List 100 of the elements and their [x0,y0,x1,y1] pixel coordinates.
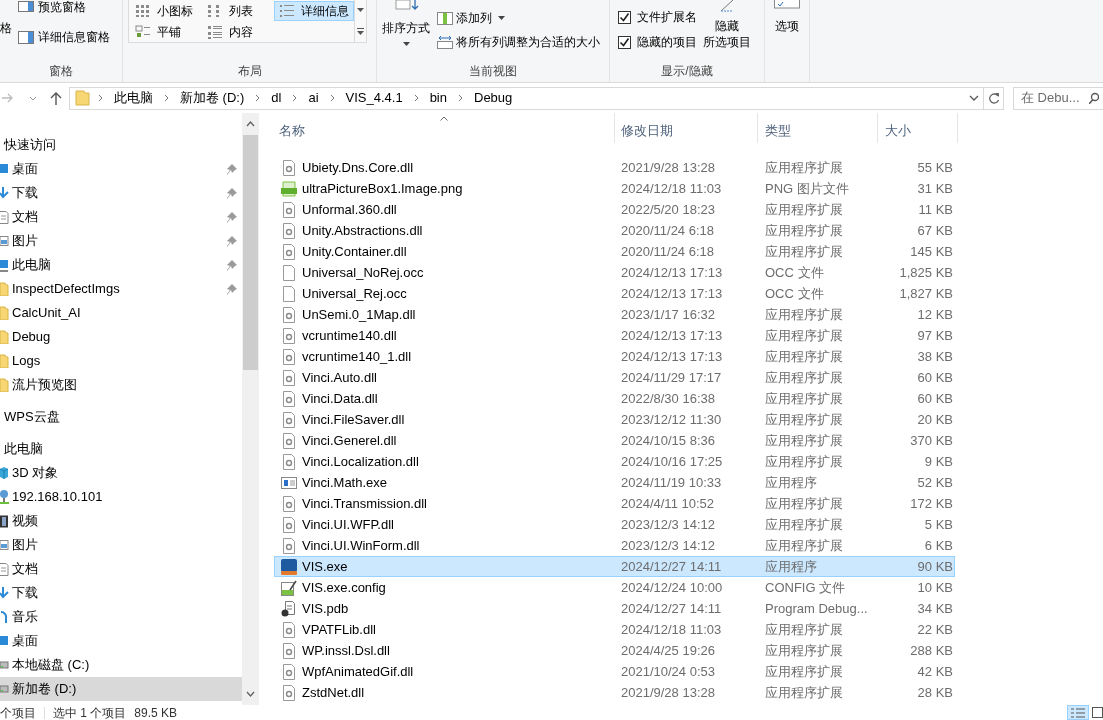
gear-file-icon [281,621,297,638]
layout-option[interactable]: 小图标 [130,0,202,21]
column-header[interactable]: 名称 [274,113,615,143]
gallery-expand-icon[interactable] [357,27,364,35]
file-row[interactable]: ultraPictureBox1.Image.png 2024/12/18 11:03 PNG 图片文件 31 KB [274,178,955,199]
nav-item[interactable]: 文档 [0,557,242,581]
nav-item[interactable]: 文档 [0,205,242,229]
column-header[interactable]: 大小 [878,113,958,143]
nav-item[interactable]: 图片 [0,533,242,557]
nav-item[interactable]: 3D 对象 [0,461,242,485]
nav-item[interactable]: 桌面 [0,157,242,181]
file-row[interactable]: Universal_NoRej.occ 2024/12/13 17:13 OCC 文件 1,825 KB [274,262,955,283]
scroll-up-icon[interactable] [246,121,255,127]
nav-item[interactable]: Logs [0,349,242,373]
breadcrumb[interactable]: 新加卷 (D:) [177,88,248,108]
up-arrow-icon[interactable] [50,91,62,105]
file-row[interactable]: Vinci.Auto.dll 2024/11/29 17:17 应用程序扩展 60 KB [274,367,955,388]
file-row[interactable]: VIS.exe 2024/12/27 14:11 应用程序 90 KB [274,556,955,577]
desktop-icon [0,163,9,175]
file-row[interactable]: VIS.pdb 2024/12/27 14:11 Program Debug... 34 KB [274,598,955,619]
nav-item[interactable]: 此电脑 [0,253,242,277]
column-header[interactable]: 修改日期 [615,113,758,143]
file-row[interactable]: Vinci.UI.WinForm.dll 2023/12/3 14:12 应用程序扩展 6 KB [274,535,955,556]
file-row[interactable]: Vinci.FileSaver.dll 2023/12/12 11:30 应用程序扩展 20 KB [274,409,955,430]
nav-item[interactable]: Debug [0,325,242,349]
content-view-icon [207,24,223,39]
breadcrumb[interactable]: dl [268,88,285,108]
scrollbar-thumb[interactable] [243,135,258,370]
checkbox[interactable] [618,10,631,24]
gear-file-icon [281,348,297,365]
gear-file-icon [281,642,297,659]
breadcrumb[interactable]: ai [305,88,322,108]
column-header[interactable]: 类型 [758,113,878,143]
chevron-down-icon[interactable] [969,95,979,101]
file-row[interactable]: vcruntime140.dll 2024/12/13 17:13 应用程序扩展 97 KB [274,325,955,346]
checkbox[interactable] [618,35,631,49]
file-row[interactable]: Vinci.Generel.dll 2024/10/15 8:36 应用程序扩展 370 KB [274,430,955,451]
add-column-button[interactable]: 添加列 [437,8,600,28]
modified-date: 2023/12/12 11:30 [621,411,722,427]
file-row[interactable]: Unity.Abstractions.dll 2020/11/24 6:18 应用程序扩展 67 KB [274,220,955,241]
details-pane-button[interactable]: 详细信息窗格 [18,27,110,47]
file-row[interactable]: vcruntime140_1.dll 2024/12/13 17:13 应用程序扩展 38 KB [274,346,955,367]
nav-item[interactable]: 音乐 [0,605,242,629]
search-field[interactable]: 在 Debu... [1013,86,1103,110]
file-row[interactable]: Ubiety.Dns.Core.dll 2021/9/28 13:28 应用程序扩展 55 KB [274,157,955,178]
nav-item[interactable]: 桌面 [0,629,242,653]
nav-item[interactable]: InspectDefectImgs [0,277,242,301]
file-row[interactable]: Unformal.360.dll 2022/5/20 18:23 应用程序扩展 11 KB [274,199,955,220]
file-size: 38 KB [917,347,953,366]
file-row[interactable]: Vinci.Localization.dll 2024/10/16 17:25 应用程序扩展 9 KB [274,451,955,472]
file-row[interactable]: Universal_Rej.occ 2024/12/13 17:13 OCC 文件 1,827 KB [274,283,955,304]
group-label: 当前视图 [469,63,517,81]
gear-file-icon [281,495,297,512]
file-row[interactable]: Vinci.Data.dll 2022/8/30 16:38 应用程序扩展 60 KB [274,388,955,409]
layout-option[interactable]: 平铺 [130,21,202,42]
file-row[interactable]: WpfAnimatedGif.dll 2021/10/24 0:53 应用程序扩展 42 KB [274,661,955,682]
film-icon [0,514,9,528]
fit-columns-button[interactable]: 将所有列调整为合适的大小 [437,32,600,52]
file-row[interactable]: Vinci.UI.WFP.dll 2023/12/3 14:12 应用程序扩展 5 KB [274,514,955,535]
file-row[interactable]: VPATFLib.dll 2024/12/18 11:03 应用程序扩展 22 KB [274,619,955,640]
address-field[interactable]: 此电脑 新加卷 (D:) dl ai VIS_4.4.1 bin Debug [69,86,1004,110]
columns-icon [437,11,453,25]
sort-button[interactable]: 排序方式 [377,0,435,61]
file-row[interactable]: Vinci.Transmission.dll 2024/4/11 10:52 应用程序扩展 172 KB [274,493,955,514]
layout-option[interactable]: 内容 [202,21,274,42]
file-row[interactable]: VIS.exe.config 2024/12/24 10:00 CONFIG 文件 10 KB [274,577,955,598]
nav-item[interactable]: 视频 [0,509,242,533]
layout-option[interactable]: 详细信息 [274,0,354,21]
options-button[interactable]: 选项 [774,0,800,35]
nav-item[interactable]: 图片 [0,229,242,253]
nav-item[interactable]: 下载 [0,181,242,205]
nav-item[interactable]: 本地磁盘 (C:) [0,653,242,677]
gallery-down-icon[interactable] [357,7,364,13]
nav-item[interactable]: 新加卷 (D:) [0,677,242,701]
scrollbar[interactable] [242,113,259,705]
breadcrumb[interactable]: Debug [471,88,516,108]
file-size: 67 KB [917,221,953,240]
nav-item[interactable]: 流片预览图 [0,373,242,397]
refresh-icon[interactable] [987,92,1000,104]
large-icons-view-button[interactable] [1092,705,1103,720]
nav-item[interactable]: 下载 [0,581,242,605]
preview-pane-button[interactable]: 预览窗格 [18,0,110,13]
file-type: 应用程序扩展 [765,390,843,406]
nav-item[interactable]: 192.168.10.101 [0,485,242,509]
file-row[interactable]: UnSemi.0_1Map.dll 2023/1/17 16:32 应用程序扩展 12 KB [274,304,955,325]
file-row[interactable]: Unity.Container.dll 2020/11/24 6:18 应用程序扩展 145 KB [274,241,955,262]
breadcrumb[interactable]: VIS_4.4.1 [342,88,406,108]
drive-icon [0,660,9,670]
file-size: 172 KB [910,494,953,513]
breadcrumb[interactable]: bin [426,88,450,108]
file-name: Vinci.UI.WFP.dll [302,515,394,534]
nav-item[interactable]: CalcUnit_AI [0,301,242,325]
file-row[interactable]: Vinci.Math.exe 2024/11/19 10:33 应用程序 52 KB [274,472,955,493]
hide-selected-button[interactable]: 隐藏 所选项目 [701,0,753,61]
file-row[interactable]: ZstdNet.dll 2021/9/28 13:28 应用程序扩展 28 KB [274,682,955,703]
gear-file-icon [281,411,297,428]
breadcrumb[interactable]: 此电脑 [111,88,156,108]
layout-option[interactable]: 列表 [202,0,274,21]
scroll-down-icon[interactable] [246,691,255,697]
file-row[interactable]: WP.inssl.Dsl.dll 2024/4/25 19:26 应用程序扩展 288 KB [274,640,955,661]
